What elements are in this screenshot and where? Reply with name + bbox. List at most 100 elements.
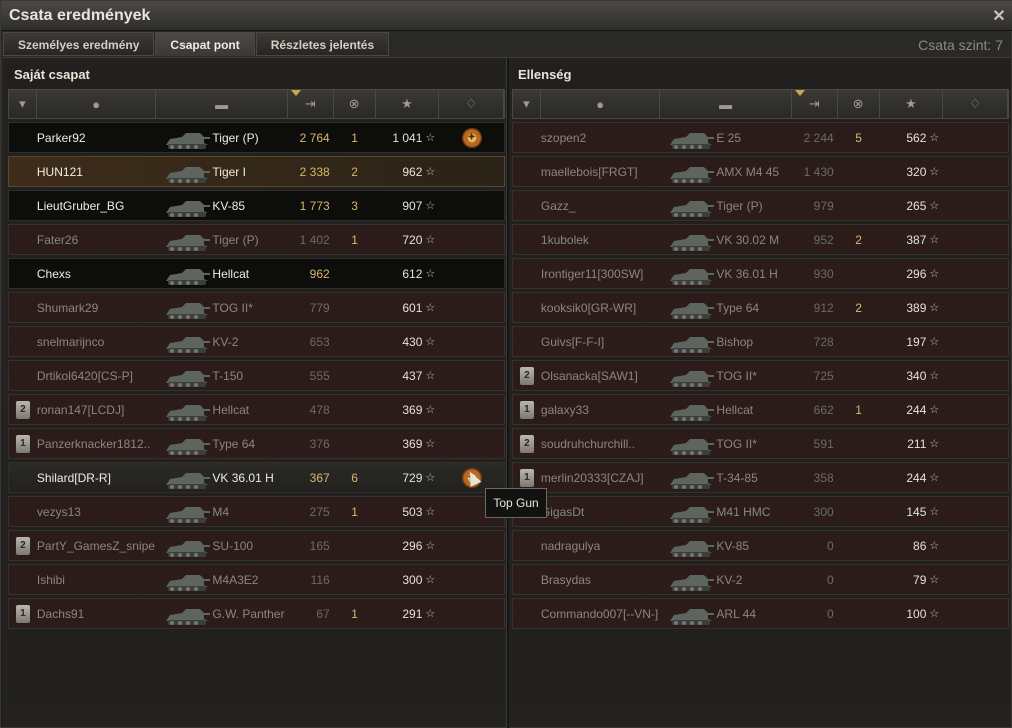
player-row[interactable]: 2 ronan147[LCDJ] Hellcat 478 369 ☆ xyxy=(8,394,505,425)
player-row[interactable]: 1 Dachs91 G.W. Panther 67 1 291 ☆ xyxy=(8,598,505,629)
player-row[interactable]: HUN121 Tiger I 2 338 2 962 ☆ xyxy=(8,156,505,187)
results-content: Saját csapat ▾ ● ▬ ⇥ ⊗ ★ ♢ Parker92 Tiger (P) 2 … xyxy=(3,57,1011,728)
player-row[interactable]: maellebois[FRGT] AMX M4 45 1 430 320 ☆ xyxy=(512,156,1009,187)
xp-icon: ⇥ xyxy=(304,96,316,111)
tab-detailed-report[interactable]: Részletes jelentés xyxy=(255,32,390,56)
player-row[interactable]: 2 Olsanacka[SAW1] TOG II* 725 340 ☆ xyxy=(512,360,1009,391)
player-column-header[interactable]: ● xyxy=(541,90,661,118)
player-row[interactable]: 2 soudruhchurchill.. TOG II* 591 211 ☆ xyxy=(512,428,1009,459)
enemy-team-header: ▾ ● ▬ ⇥ ⊗ ★ ♢ xyxy=(512,89,1009,119)
tank-icon: ▬ xyxy=(215,96,229,112)
medal-column-header[interactable]: ♢ xyxy=(943,90,1008,118)
tank-name: VK 36.01 H xyxy=(212,471,274,485)
score-column-header[interactable]: ★ xyxy=(880,90,944,118)
player-row[interactable]: 1 galaxy33 Hellcat 662 1 244 ☆ xyxy=(512,394,1009,425)
close-icon[interactable]: ✕ xyxy=(991,6,1007,25)
star-icon: ☆ xyxy=(929,438,940,450)
tank-name: Hellcat xyxy=(716,403,754,417)
own-team-header: ▾ ● ▬ ⇥ ⊗ ★ ♢ xyxy=(8,89,505,119)
tank-column-header[interactable]: ▬ xyxy=(660,90,792,118)
star-icon: ☆ xyxy=(425,302,436,314)
tank-cell: Hellcat xyxy=(156,395,287,424)
player-row[interactable]: Chexs Hellcat 962 612 ☆ xyxy=(8,258,505,289)
tab-team-score[interactable]: Csapat pont xyxy=(155,32,255,56)
medal-cell xyxy=(943,361,1008,390)
player-row[interactable]: Irontiger11[300SW] VK 36.01 H 930 296 ☆ xyxy=(512,258,1009,289)
xp-value: 300 xyxy=(813,504,834,519)
player-row[interactable]: Parker92 Tiger (P) 2 764 1 1 041 ☆ ✦ xyxy=(8,122,505,153)
player-column-header[interactable]: ● xyxy=(37,90,157,118)
player-row[interactable]: LieutGruber_BG KV-85 1 773 3 907 ☆ xyxy=(8,190,505,221)
player-row[interactable]: 1kubolek VK 30.02 M 952 2 387 ☆ xyxy=(512,224,1009,255)
player-row[interactable]: Drtikol6420[CS-P] T-150 555 437 ☆ xyxy=(8,360,505,391)
badge-column-header[interactable]: ▾ xyxy=(9,90,37,118)
badge-cell xyxy=(513,531,541,560)
top-gun-medal-icon[interactable]: ✦ xyxy=(461,127,482,148)
tank-name: SU-100 xyxy=(212,539,254,553)
badge-column-header[interactable]: ▾ xyxy=(513,90,541,118)
player-row[interactable]: 1 merlin20333[CZAJ] T-34-85 358 244 ☆ xyxy=(512,462,1009,493)
kills-value: 1 xyxy=(351,130,358,145)
tank-image-icon xyxy=(160,193,212,219)
score-value: 430 xyxy=(402,334,423,349)
player-row[interactable]: Ishibi M4A3E2 116 300 ☆ xyxy=(8,564,505,595)
player-row[interactable]: kooksik0[GR-WR] Type 64 912 2 389 ☆ xyxy=(512,292,1009,323)
player-row[interactable]: szopen2 E 25 2 244 5 562 ☆ xyxy=(512,122,1009,153)
xp-value: 591 xyxy=(813,436,834,451)
player-name: Brasydas xyxy=(540,572,591,587)
xp-value: 0 xyxy=(827,572,834,587)
tank-image-icon xyxy=(664,567,716,593)
player-name: merlin20333[CZAJ] xyxy=(540,470,644,485)
tank-cell: SU-100 xyxy=(156,531,287,560)
player-name: 1kubolek xyxy=(540,232,589,247)
kills-column-header[interactable]: ⊗ xyxy=(838,90,880,118)
player-row[interactable]: snelmarijnco KV-2 653 430 ☆ xyxy=(8,326,505,357)
tank-name: Tiger (P) xyxy=(212,131,259,145)
tank-name: TOG II* xyxy=(716,369,757,383)
xp-value: 779 xyxy=(309,300,330,315)
tank-name: T-34-85 xyxy=(716,471,758,485)
tank-image-icon xyxy=(664,499,716,525)
player-name: nadragulya xyxy=(540,538,601,553)
player-row[interactable]: Brasydas KV-2 0 79 ☆ xyxy=(512,564,1009,595)
tank-cell: Type 64 xyxy=(156,429,287,458)
medal-cell xyxy=(943,123,1008,152)
rank-badge-icon: 1 xyxy=(519,468,534,487)
star-icon: ☆ xyxy=(425,506,436,518)
player-row[interactable]: Shumark29 TOG II* 779 601 ☆ xyxy=(8,292,505,323)
kills-value xyxy=(838,191,880,220)
score-column-header[interactable]: ★ xyxy=(376,90,440,118)
medal-cell: ✦ xyxy=(439,123,504,152)
player-row[interactable]: nadragulya KV-85 0 86 ☆ xyxy=(512,530,1009,561)
player-row[interactable]: Commando007[--VN-] ARL 44 0 100 ☆ xyxy=(512,598,1009,629)
player-row[interactable]: vezys13 M4 275 1 503 ☆ xyxy=(8,496,505,527)
player-row[interactable]: Fater26 Tiger (P) 1 402 1 720 ☆ xyxy=(8,224,505,255)
player-row[interactable]: 1 Panzerknacker1812.. Type 64 376 369 ☆ xyxy=(8,428,505,459)
tank-name: VK 36.01 H xyxy=(716,267,778,281)
tank-image-icon xyxy=(664,363,716,389)
tank-image-icon xyxy=(664,601,716,627)
player-row[interactable]: Gazz_ Tiger (P) 979 265 ☆ xyxy=(512,190,1009,221)
player-row[interactable]: Shilard[DR-R] VK 36.01 H 367 6 729 ☆ ✦ xyxy=(8,462,505,493)
kills-value: 5 xyxy=(855,130,862,145)
tab-personal-results[interactable]: Személyes eredmény xyxy=(3,32,155,56)
medal-column-header[interactable]: ♢ xyxy=(439,90,504,118)
xp-column-header[interactable]: ⇥ xyxy=(288,90,334,118)
xp-value: 376 xyxy=(309,436,330,451)
score-value: 962 xyxy=(402,164,423,179)
badge-cell: 2 xyxy=(9,395,37,424)
tank-cell: KV-85 xyxy=(660,531,791,560)
player-row[interactable]: GigasDt M41 HMC 300 145 ☆ xyxy=(512,496,1009,527)
badge-cell xyxy=(9,497,37,526)
star-icon: ☆ xyxy=(425,234,436,246)
kills-column-header[interactable]: ⊗ xyxy=(334,90,376,118)
player-name: HUN121 xyxy=(36,164,83,179)
player-row[interactable]: 2 PartY_GamesZ_snipe.. SU-100 165 296 ☆ xyxy=(8,530,505,561)
medal-cell xyxy=(439,259,504,288)
xp-column-header[interactable]: ⇥ xyxy=(792,90,838,118)
tank-column-header[interactable]: ▬ xyxy=(156,90,288,118)
panel-divider xyxy=(506,58,509,728)
tank-image-icon xyxy=(160,125,212,151)
player-row[interactable]: Guivs[F-F-I] Bishop 728 197 ☆ xyxy=(512,326,1009,357)
kills-value xyxy=(838,599,880,628)
